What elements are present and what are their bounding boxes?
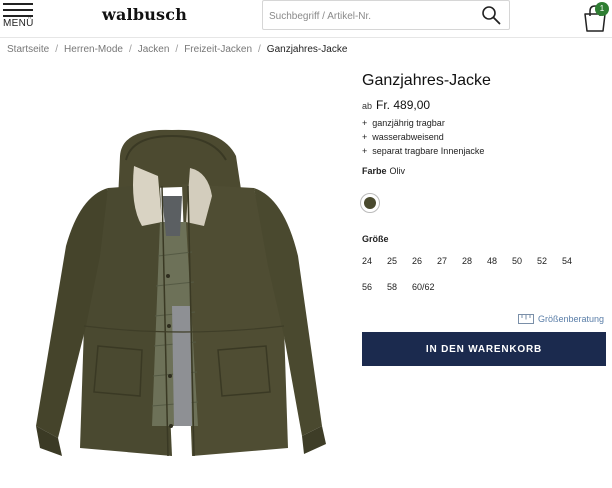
add-to-cart-button[interactable]: IN DEN WARENKORB bbox=[362, 332, 606, 366]
breadcrumb-current: Ganzjahres-Jacke bbox=[266, 44, 348, 55]
cart-button[interactable]: 1 bbox=[580, 2, 610, 33]
color-label: Farbe Oliv bbox=[362, 166, 405, 176]
size-option[interactable]: 26 bbox=[412, 256, 422, 266]
size-option[interactable]: 24 bbox=[362, 256, 372, 266]
header: MENÜ walbusch 1 bbox=[0, 0, 612, 38]
size-option[interactable]: 50 bbox=[512, 256, 522, 266]
breadcrumb-separator: / bbox=[175, 44, 179, 55]
size-guide-text: Größenberatung bbox=[538, 313, 605, 324]
breadcrumb-separator: / bbox=[258, 44, 261, 55]
size-option[interactable]: 25 bbox=[387, 256, 397, 266]
product-title: Ganzjahres-Jacke bbox=[362, 72, 491, 89]
size-option[interactable]: 56 bbox=[362, 282, 372, 292]
size-option[interactable]: 58 bbox=[387, 282, 397, 292]
breadcrumb-herren-mode[interactable]: Herren-Mode bbox=[64, 44, 123, 55]
color-swatch-fill bbox=[364, 197, 376, 209]
size-option[interactable]: 27 bbox=[437, 256, 447, 266]
breadcrumb: Startseite / Herren-Mode / Jacken / Freizeit-J… bbox=[7, 44, 347, 55]
price-value: Fr. 489,00 bbox=[376, 98, 431, 112]
feature-item: ganzjährig tragbar bbox=[362, 116, 484, 130]
feature-item: separat tragbare Innenjacke bbox=[362, 144, 484, 158]
size-option[interactable]: 48 bbox=[487, 256, 497, 266]
product-price: ab Fr. 489,00 bbox=[362, 96, 430, 114]
logo[interactable]: walbusch bbox=[102, 5, 187, 24]
size-guide-link[interactable]: Größenberatung bbox=[518, 310, 604, 328]
search-icon[interactable] bbox=[481, 5, 501, 25]
breadcrumb-jacken[interactable]: Jacken bbox=[138, 44, 170, 55]
breadcrumb-separator: / bbox=[55, 44, 59, 55]
cart-count-badge: 1 bbox=[595, 2, 609, 16]
hamburger-menu-icon bbox=[3, 3, 33, 19]
menu-button[interactable]: MENÜ bbox=[3, 2, 33, 34]
breadcrumb-startseite[interactable]: Startseite bbox=[7, 44, 49, 55]
color-label-key: Farbe bbox=[362, 166, 387, 176]
color-swatch-oliv[interactable] bbox=[360, 193, 380, 213]
size-option[interactable]: 52 bbox=[537, 256, 547, 266]
feature-list: ganzjährig tragbar wasserabweisend separ… bbox=[362, 116, 484, 158]
color-label-value: Oliv bbox=[389, 166, 406, 176]
size-option[interactable]: 54 bbox=[562, 256, 572, 266]
search-input[interactable] bbox=[269, 7, 469, 25]
size-option[interactable]: 60/62 bbox=[412, 282, 435, 292]
product-image[interactable] bbox=[22, 126, 338, 482]
size-option[interactable]: 28 bbox=[462, 256, 472, 266]
menu-label: MENÜ bbox=[3, 18, 34, 29]
search-box bbox=[262, 0, 510, 30]
breadcrumb-separator: / bbox=[128, 44, 132, 55]
breadcrumb-freizeit-jacken[interactable]: Freizeit-Jacken bbox=[184, 44, 252, 55]
price-prefix: ab bbox=[362, 101, 373, 111]
size-label: Größe bbox=[362, 234, 389, 244]
feature-item: wasserabweisend bbox=[362, 130, 484, 144]
ruler-icon bbox=[518, 314, 534, 325]
